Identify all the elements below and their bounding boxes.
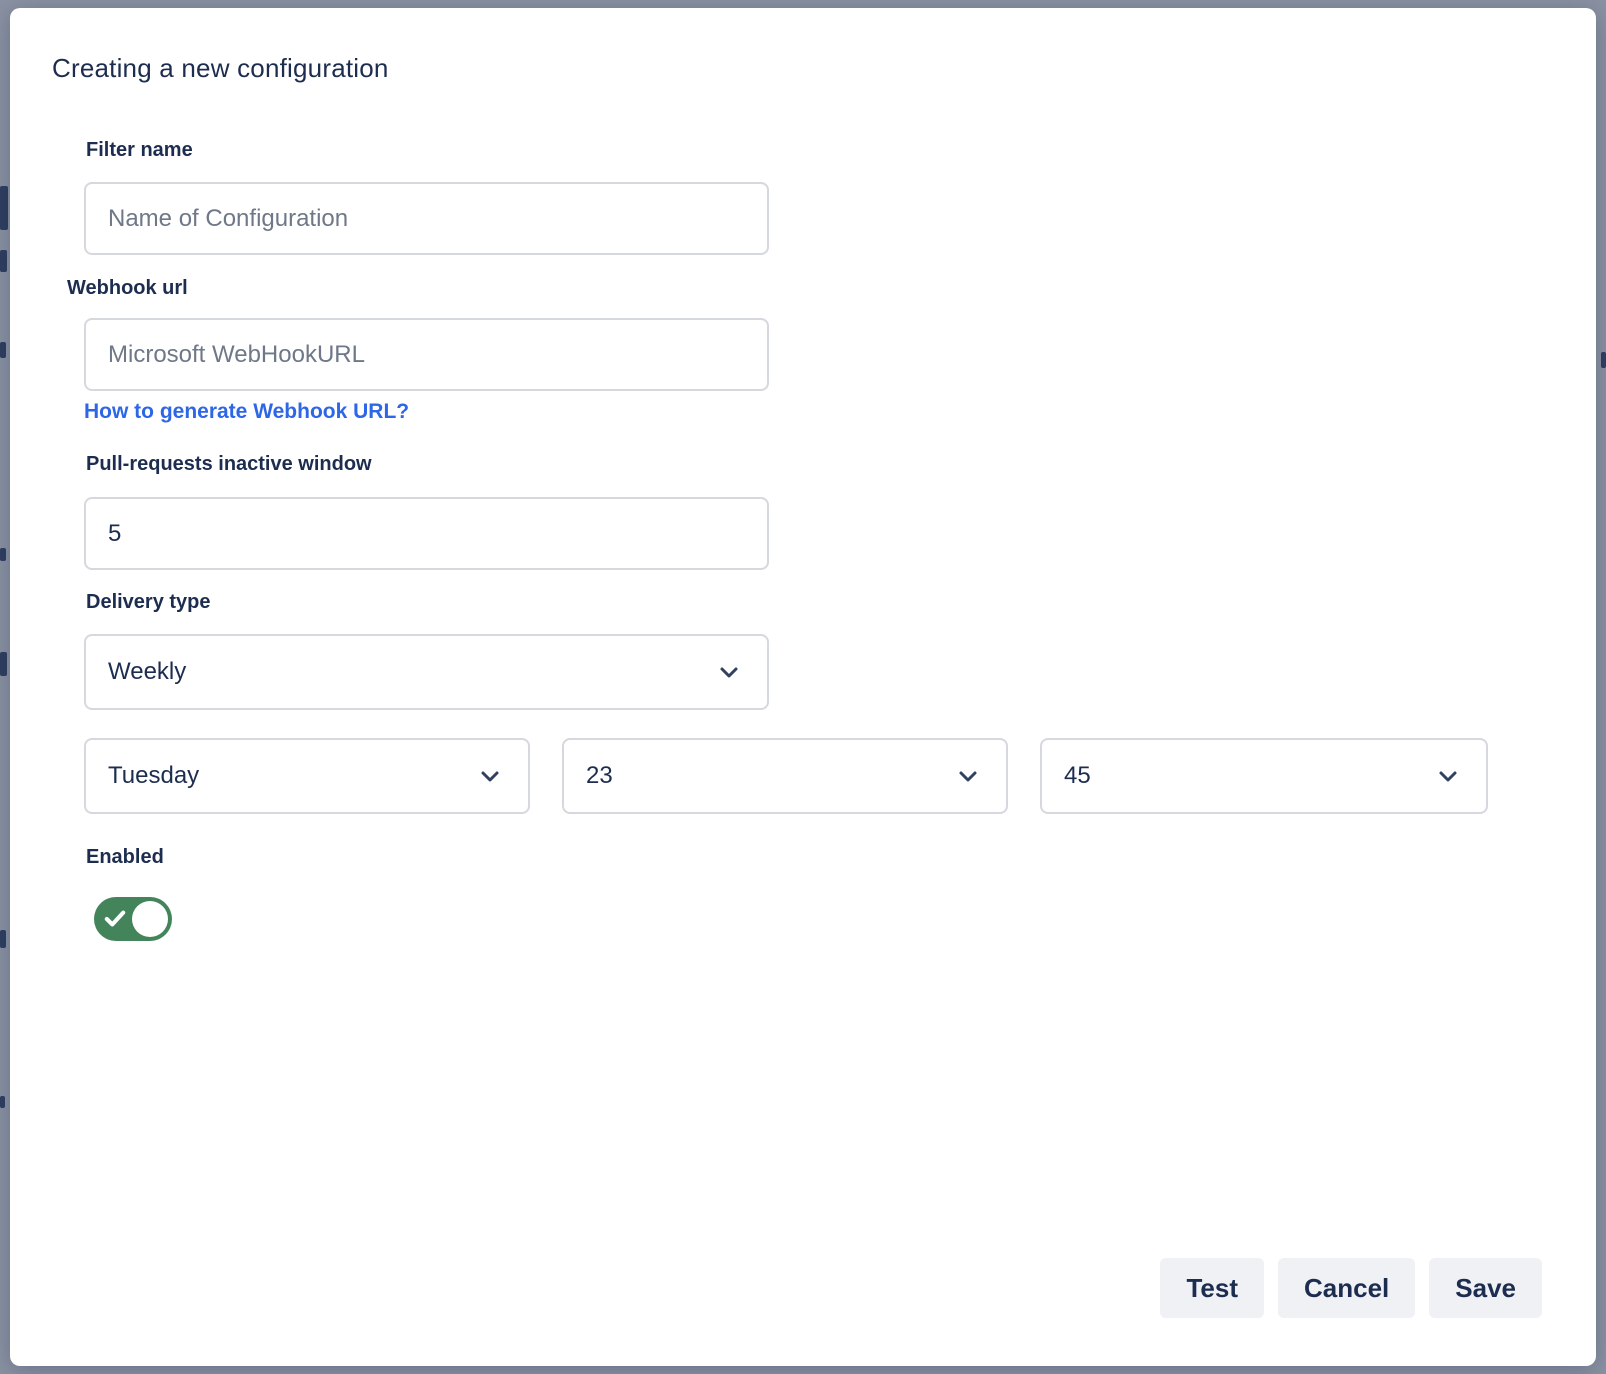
filter-name-input[interactable] bbox=[84, 182, 769, 255]
schedule-hour-select[interactable]: 23 bbox=[562, 738, 1008, 814]
background-page-fragment bbox=[0, 1096, 5, 1108]
enabled-label: Enabled bbox=[86, 846, 164, 869]
enabled-toggle[interactable] bbox=[94, 897, 172, 941]
webhook-url-input[interactable] bbox=[84, 318, 769, 391]
chevron-down-icon bbox=[717, 660, 741, 684]
delivery-type-value: Weekly bbox=[108, 658, 186, 686]
chevron-down-icon bbox=[1436, 764, 1460, 788]
background-page-fragment bbox=[0, 250, 7, 272]
webhook-url-label: Webhook url bbox=[67, 277, 188, 300]
schedule-hour-value: 23 bbox=[586, 762, 613, 790]
dialog-title: Creating a new configuration bbox=[52, 53, 389, 84]
chevron-down-icon bbox=[956, 764, 980, 788]
chevron-down-icon bbox=[478, 764, 502, 788]
schedule-day-select[interactable]: Tuesday bbox=[84, 738, 530, 814]
webhook-help-link[interactable]: How to generate Webhook URL? bbox=[84, 400, 409, 424]
background-page-fragment bbox=[0, 186, 8, 230]
background-page-fragment bbox=[0, 652, 7, 676]
dialog-actions: Test Cancel Save bbox=[1160, 1258, 1542, 1318]
create-configuration-dialog: Creating a new configuration Filter name… bbox=[10, 8, 1596, 1366]
background-page-fragment bbox=[0, 342, 6, 358]
delivery-type-label: Delivery type bbox=[86, 591, 211, 614]
check-icon bbox=[104, 909, 126, 929]
inactive-window-input[interactable] bbox=[84, 497, 769, 570]
schedule-minute-value: 45 bbox=[1064, 762, 1091, 790]
cancel-button[interactable]: Cancel bbox=[1278, 1258, 1415, 1318]
schedule-minute-select[interactable]: 45 bbox=[1040, 738, 1488, 814]
filter-name-label: Filter name bbox=[86, 139, 193, 162]
test-button[interactable]: Test bbox=[1160, 1258, 1264, 1318]
background-page-fragment bbox=[0, 930, 6, 948]
inactive-window-label: Pull-requests inactive window bbox=[86, 453, 372, 476]
save-button[interactable]: Save bbox=[1429, 1258, 1542, 1318]
background-page-fragment bbox=[1601, 352, 1606, 368]
delivery-type-select[interactable]: Weekly bbox=[84, 634, 769, 710]
toggle-knob bbox=[132, 901, 168, 937]
schedule-day-value: Tuesday bbox=[108, 762, 199, 790]
background-page-fragment bbox=[0, 548, 6, 561]
